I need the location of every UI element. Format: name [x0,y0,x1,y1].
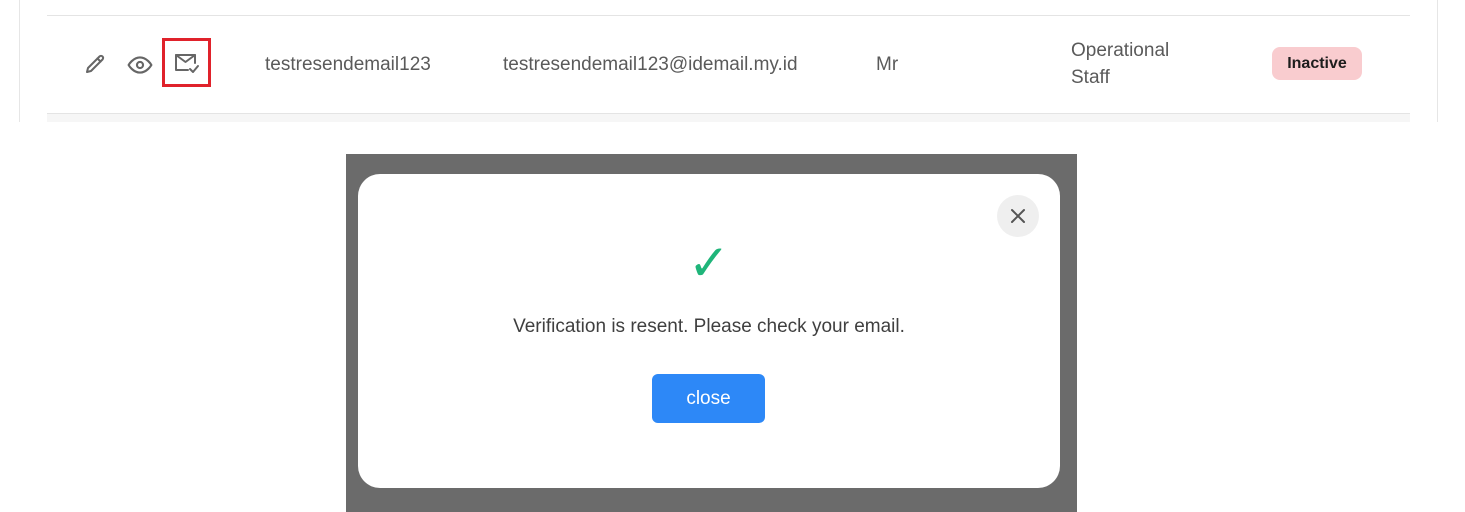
title-cell: Mr [876,54,899,75]
email-cell: testresendemail123@idemail.my.id [503,54,798,75]
status-badge: Inactive [1272,47,1362,80]
role-cell: Operational Staff [1071,40,1170,88]
edit-button[interactable] [82,52,108,78]
close-icon [1011,209,1025,223]
dialog-close-icon-button[interactable] [997,195,1039,237]
next-row-stripe [47,114,1410,122]
row-divider-top [47,15,1410,16]
username-cell: testresendemail123 [265,54,431,75]
close-button[interactable]: close [652,374,765,423]
check-mark-icon: ✓ [688,234,730,292]
mail-check-icon [174,53,199,73]
resend-verification-button[interactable] [162,38,211,87]
dialog-message: Verification is resent. Please check you… [513,316,905,337]
eye-icon [127,56,153,74]
view-button[interactable] [126,52,154,78]
pencil-icon [86,54,105,73]
